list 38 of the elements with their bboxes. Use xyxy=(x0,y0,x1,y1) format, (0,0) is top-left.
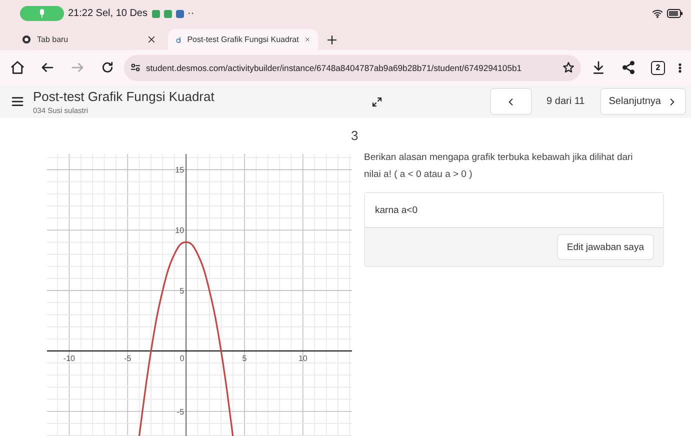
x-tick-label: 10 xyxy=(298,354,308,363)
next-button[interactable]: Selanjutnya xyxy=(600,89,685,114)
y-tick-label: 15 xyxy=(175,166,184,175)
address-field[interactable]: student.desmos.com/activitybuilder/instance/6748a8404787ab9a69b28b71/student/6749294105b1 xyxy=(124,54,581,80)
expand-icon[interactable] xyxy=(371,96,383,108)
activity-title: Post-test Grafik Fungsi Kuadrat xyxy=(33,88,216,104)
x-tick-label: -10 xyxy=(63,354,75,363)
page-indicator: 9 dari 11 xyxy=(546,96,586,107)
y-tick-label: 10 xyxy=(175,226,184,236)
browser-tab[interactable]: Tab baru xyxy=(14,29,164,50)
site-settings-icon[interactable] xyxy=(130,62,141,73)
y-tick-label: -5 xyxy=(176,407,184,416)
site-icon xyxy=(176,34,182,44)
edit-answer-button[interactable]: Edit jawaban saya xyxy=(558,235,653,259)
more-notifications: ·· xyxy=(188,8,194,19)
browser-tab[interactable]: Post-test Grafik Fungsi Kuadrat xyxy=(168,29,318,50)
status-time: 21:22 Sel, 10 Des xyxy=(68,8,148,19)
x-tick-label: -5 xyxy=(124,354,132,363)
menu-icon[interactable] xyxy=(10,94,25,109)
new-tab-icon[interactable] xyxy=(326,34,338,46)
close-icon[interactable] xyxy=(304,35,310,44)
share-icon[interactable] xyxy=(620,60,636,75)
download-icon[interactable] xyxy=(590,60,606,75)
x-tick-label: 0 xyxy=(180,354,184,363)
y-tick-label: 5 xyxy=(180,286,184,296)
tab-count[interactable]: 2 xyxy=(651,60,665,74)
close-icon[interactable] xyxy=(147,35,156,44)
battery-icon xyxy=(667,9,683,18)
reload-icon[interactable] xyxy=(100,60,114,75)
star-icon[interactable] xyxy=(562,61,575,74)
screen-number: 3 xyxy=(350,127,360,145)
microphone-indicator xyxy=(20,6,64,21)
x-tick-label: 5 xyxy=(242,354,247,363)
wifi-icon xyxy=(652,8,663,19)
question-text: Berikan alasan mengapa grafik terbuka kebawah jika dilihat dari nilai a! ( a < 0 atau a > 0 ) xyxy=(364,151,634,182)
chrome-icon xyxy=(22,35,31,44)
back-icon[interactable] xyxy=(40,60,54,75)
home-icon[interactable] xyxy=(10,60,24,75)
